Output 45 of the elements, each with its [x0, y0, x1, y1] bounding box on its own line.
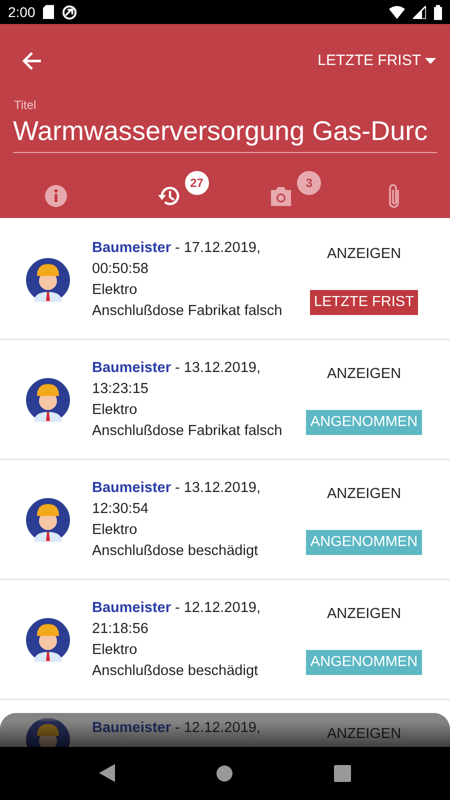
entry-heading: Baumeister - 13.12.2019, 13:23:15	[92, 358, 262, 398]
sd-card-icon	[43, 5, 54, 19]
entry-heading: Baumeister - 17.12.2019, 00:50:58	[92, 238, 262, 278]
category: Elektro	[92, 520, 138, 540]
count-badge: 27	[184, 171, 209, 195]
history-icon	[156, 184, 181, 206]
entry-heading: Baumeister - 12.12.2019, 21:18:56	[92, 598, 262, 638]
show-button[interactable]: ANZEIGEN	[326, 364, 402, 386]
description: Anschlußdose Fabrikat falsch	[92, 302, 284, 320]
status-time: 2:00	[8, 2, 36, 22]
description: Anschlußdose beschädigt	[92, 542, 260, 560]
camera-icon	[269, 186, 294, 206]
back-arrow-icon	[22, 52, 42, 70]
category: Elektro	[92, 280, 138, 300]
info-icon	[45, 184, 68, 206]
paperclip-icon	[386, 182, 401, 208]
status-label: LETZTE FRIST	[310, 290, 418, 316]
sync-icon	[62, 4, 78, 20]
show-button[interactable]: ANZEIGEN	[326, 604, 402, 626]
signal-icon	[413, 6, 426, 18]
tab[interactable]: 3	[237, 167, 326, 227]
avatar-icon	[26, 618, 70, 662]
status-label: ANGENOMMEN	[306, 410, 422, 436]
status-label: ANGENOMMEN	[306, 650, 422, 676]
battery-icon	[434, 4, 442, 20]
field-label: Titel	[14, 98, 38, 112]
entry-heading: Baumeister - 13.12.2019, 12:30:54	[92, 478, 262, 518]
category: Elektro	[92, 640, 138, 660]
show-button[interactable]: ANZEIGEN	[326, 244, 402, 266]
category: Elektro	[92, 400, 138, 420]
tab[interactable]: 27	[124, 167, 213, 227]
show-button[interactable]: ANZEIGEN	[326, 484, 402, 506]
filter-dropdown[interactable]: LETZTE FRIST	[318, 50, 436, 72]
description: Anschlußdose beschädigt	[92, 662, 260, 680]
show-button[interactable]: ANZEIGEN	[326, 724, 402, 746]
avatar-icon	[26, 498, 70, 542]
avatar-icon	[26, 378, 70, 422]
status-label: ANGENOMMEN	[306, 530, 422, 556]
avatar-icon	[26, 258, 70, 302]
wifi-icon	[389, 6, 405, 18]
entry-heading: Baumeister - 12.12.2019,	[92, 719, 262, 738]
caret-icon	[425, 58, 436, 64]
count-badge: 3	[297, 171, 322, 195]
title-field[interactable]: Warmwasserversorgung Gas-Durc	[13, 114, 437, 153]
description: Anschlußdose Fabrikat falsch	[92, 422, 284, 440]
